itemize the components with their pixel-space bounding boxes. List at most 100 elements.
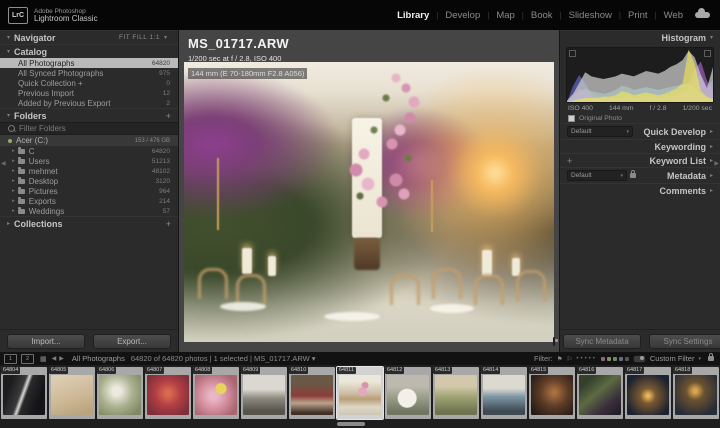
filmstrip-thumb[interactable]: 64812 xyxy=(385,367,431,419)
preview-status-row[interactable]: Original Photo xyxy=(560,114,720,123)
metadata-preset-combo[interactable]: Default ▾ xyxy=(567,170,627,181)
module-picker: Library|Develop|Map|Book|Slideshow|Print… xyxy=(397,10,683,21)
add-folder-button[interactable]: + xyxy=(166,111,171,121)
folder-item[interactable]: ▸C64820 xyxy=(0,146,178,156)
star-rating-filter[interactable]: ••••• xyxy=(576,356,597,362)
chevron-right-icon: ▸ xyxy=(710,128,713,135)
go-back-icon[interactable]: ◀ xyxy=(52,355,57,362)
module-tab-map[interactable]: Map xyxy=(496,10,514,21)
go-forward-icon[interactable]: ▶ xyxy=(59,355,64,362)
filmstrip-thumb[interactable]: 64810 xyxy=(289,367,335,419)
thumb-index-badge: 64806 xyxy=(97,367,116,374)
navigator-zoom-options[interactable]: FIT FILL 1:1 xyxy=(119,34,160,41)
folder-icon xyxy=(18,189,25,194)
filmstrip-thumb[interactable]: 64809 xyxy=(241,367,287,419)
thumb-index-badge: 64804 xyxy=(1,367,20,374)
navigator-header[interactable]: ▾ Navigator FIT FILL 1:1▾ xyxy=(0,30,178,44)
filter-folders-input[interactable]: Filter Folders xyxy=(0,122,178,135)
folder-name: Exports xyxy=(29,197,56,206)
thumb-image xyxy=(579,375,621,415)
catalog-item[interactable]: Quick Collection +0 xyxy=(0,78,178,88)
import-button[interactable]: Import... xyxy=(7,334,85,349)
filmstrip-thumb[interactable]: 64816 xyxy=(577,367,623,419)
filmstrip-thumb[interactable]: 64817 xyxy=(625,367,671,419)
folder-item[interactable]: ▸Desktop3120 xyxy=(0,176,178,186)
filmstrip-thumb[interactable]: 64814 xyxy=(481,367,527,419)
filmstrip-source-breadcrumb[interactable]: All Photographs xyxy=(72,354,125,363)
metadata-row: Default ▾ Metadata ▸ xyxy=(560,167,720,183)
catalog-item[interactable]: All Photographs64820 xyxy=(0,58,178,68)
loupe-view[interactable]: MS_01717.ARW 1/200 sec at f / 2.8, ISO 4… xyxy=(179,30,559,352)
keywording-header[interactable]: Keywording ▸ xyxy=(560,139,720,153)
filter-toggle-switch[interactable] xyxy=(633,355,646,363)
collections-header[interactable]: ▸ Collections + xyxy=(0,216,178,230)
color-label-chip[interactable] xyxy=(601,357,605,361)
histogram-graph[interactable] xyxy=(566,47,714,103)
folder-item[interactable]: ▸Pictures964 xyxy=(0,186,178,196)
drive-capacity: 153 / 476 GB xyxy=(135,138,170,144)
filmstrip-scrollbar[interactable] xyxy=(337,422,365,426)
drive-row[interactable]: Acer (C:) 153 / 476 GB xyxy=(0,135,178,146)
add-collection-button[interactable]: + xyxy=(166,219,171,229)
histogram-header[interactable]: Histogram ▾ xyxy=(560,30,720,44)
flag-reject-icon[interactable]: ⚐ xyxy=(567,355,573,363)
filmstrip-status-text[interactable]: 64820 of 64820 photos | 1 selected | MS_… xyxy=(131,354,316,363)
exif-stat: 1/200 sec xyxy=(683,105,712,112)
comments-header[interactable]: Comments ▸ xyxy=(560,183,720,197)
filmstrip-thumb[interactable]: 64815 xyxy=(529,367,575,419)
chair xyxy=(432,268,462,299)
color-label-chip[interactable] xyxy=(619,357,623,361)
flag-pick-icon[interactable]: ⚑ xyxy=(557,355,563,363)
module-tab-library[interactable]: Library xyxy=(397,10,429,21)
module-tab-slideshow[interactable]: Slideshow xyxy=(569,10,612,21)
filmstrip-thumb[interactable]: 64804 xyxy=(1,367,47,419)
custom-filter-dropdown[interactable]: Custom Filter xyxy=(650,354,695,363)
catalog-item[interactable]: Added by Previous Export2 xyxy=(0,98,178,108)
keyword-list-header[interactable]: + Keyword List ▸ xyxy=(560,153,720,167)
quick-develop-header[interactable]: Quick Develop xyxy=(643,127,706,137)
module-tab-web[interactable]: Web xyxy=(664,10,683,21)
folders-header[interactable]: ▾ Folders + xyxy=(0,108,178,122)
folder-item[interactable]: ▸mehmet48102 xyxy=(0,166,178,176)
filmstrip-thumb-selected[interactable]: 64811 xyxy=(337,367,383,419)
color-label-chip[interactable] xyxy=(607,357,611,361)
module-tab-print[interactable]: Print xyxy=(628,10,648,21)
filmstrip-thumb[interactable]: 64805 xyxy=(49,367,95,419)
folder-item[interactable]: ▸Exports214 xyxy=(0,196,178,206)
grid-view-icon[interactable]: ▦ xyxy=(40,355,47,363)
second-window-icon[interactable]: 2 xyxy=(21,354,34,364)
main-window-icon[interactable]: 1 xyxy=(4,354,17,364)
chevron-down-icon: ▾ xyxy=(710,34,713,41)
folder-item[interactable]: ▸Weddings57 xyxy=(0,206,178,216)
cloud-sync-icon[interactable] xyxy=(695,12,710,18)
module-tab-book[interactable]: Book xyxy=(531,10,553,21)
saved-preset-combo[interactable]: Default ▾ xyxy=(567,126,633,137)
color-label-chip[interactable] xyxy=(613,357,617,361)
folder-item[interactable]: ▸Users51213 xyxy=(0,156,178,166)
filmstrip-thumb[interactable]: 64808 xyxy=(193,367,239,419)
photo-preview[interactable] xyxy=(184,62,554,342)
collapse-left-panel-icon[interactable]: ◀ xyxy=(1,160,6,167)
collapse-right-panel-icon[interactable]: ▶ xyxy=(714,160,719,167)
filmstrip-thumb[interactable]: 64818 xyxy=(673,367,719,419)
catalog-item[interactable]: Previous Import12 xyxy=(0,88,178,98)
folder-icon xyxy=(18,159,25,164)
filter-lock-icon[interactable] xyxy=(708,356,714,361)
metadata-header[interactable]: Metadata xyxy=(667,171,706,181)
auto-sync-toggle[interactable] xyxy=(553,337,555,346)
thumb-index-badge: 64818 xyxy=(673,367,692,374)
filmstrip-thumb[interactable]: 64806 xyxy=(97,367,143,419)
lock-icon[interactable] xyxy=(630,173,636,178)
add-keyword-button[interactable]: + xyxy=(567,156,572,166)
filmstrip-thumb[interactable]: 64807 xyxy=(145,367,191,419)
sync-metadata-button[interactable]: Sync Metadata xyxy=(563,334,641,349)
export-button[interactable]: Export... xyxy=(93,334,171,349)
module-tab-develop[interactable]: Develop xyxy=(445,10,480,21)
filmstrip-thumb[interactable]: 64813 xyxy=(433,367,479,419)
catalog-item-count: 64820 xyxy=(152,60,170,67)
color-label-chip[interactable] xyxy=(625,357,629,361)
catalog-item[interactable]: All Synced Photographs975 xyxy=(0,68,178,78)
catalog-header[interactable]: ▾ Catalog xyxy=(0,44,178,58)
thumb-index-badge: 64811 xyxy=(337,367,356,374)
sync-settings-button[interactable]: Sync Settings xyxy=(649,334,720,349)
